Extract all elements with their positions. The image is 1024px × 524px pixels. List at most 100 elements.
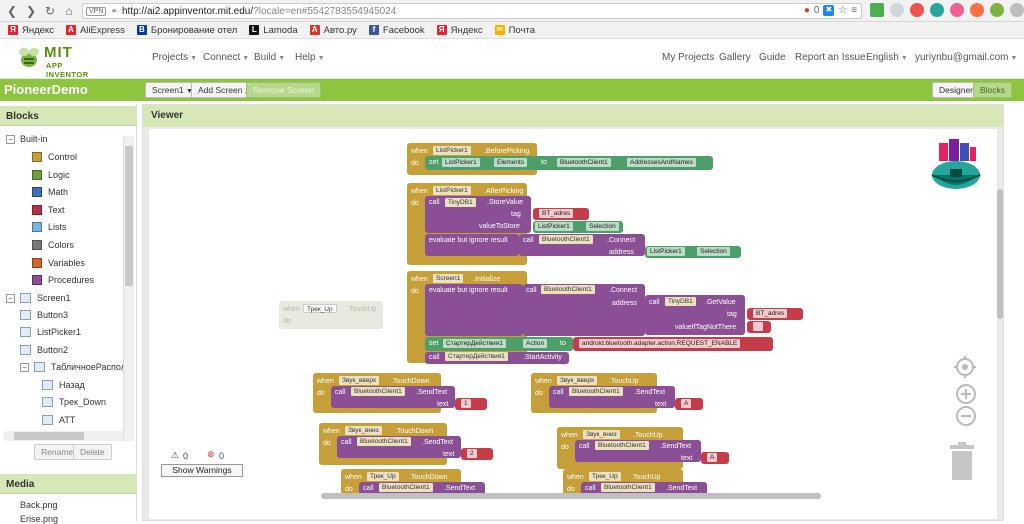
text-block[interactable] bbox=[461, 448, 493, 460]
component-chip[interactable]: TinyDB1 bbox=[665, 297, 696, 306]
component-trek-down[interactable]: Трек_Down bbox=[42, 397, 106, 407]
adblock-icon[interactable]: ● bbox=[804, 5, 810, 16]
builtin-lists[interactable]: Lists bbox=[32, 222, 67, 233]
backpack-icon[interactable] bbox=[927, 137, 985, 195]
scroll-thumb[interactable] bbox=[14, 432, 84, 440]
component-chip[interactable]: ListPicker1 bbox=[647, 247, 685, 256]
back-icon[interactable]: ❮ bbox=[5, 4, 19, 18]
component-listpicker1[interactable]: ListPicker1 bbox=[20, 327, 81, 337]
scroll-thumb[interactable] bbox=[125, 146, 133, 286]
property-chip[interactable]: Action bbox=[523, 339, 548, 348]
star-icon[interactable]: ☆ bbox=[838, 5, 847, 16]
builtin-math[interactable]: Math bbox=[32, 187, 68, 198]
property-chip[interactable]: Elements bbox=[494, 158, 528, 167]
link-report-issue[interactable]: Report an Issue bbox=[795, 52, 866, 63]
bookmark-item[interactable]: ✉ Почта bbox=[494, 25, 535, 36]
recenter-icon[interactable] bbox=[953, 355, 977, 379]
component-chip[interactable]: ListPicker1 bbox=[442, 158, 480, 167]
media-item[interactable]: Back.png bbox=[20, 500, 58, 510]
string-chip[interactable]: A bbox=[681, 399, 692, 408]
bookmark-item[interactable]: B Бронирование отел bbox=[136, 25, 237, 36]
show-warnings-button[interactable]: Show Warnings bbox=[161, 464, 243, 477]
builtin-control[interactable]: Control bbox=[32, 152, 77, 162]
component-chip[interactable]: BluetoothClient1 bbox=[557, 158, 611, 167]
property-chip[interactable]: AddressesAndNames bbox=[627, 158, 696, 167]
mit-logo[interactable]: MIT APP INVENTOR bbox=[14, 42, 104, 79]
browser-menu-icon[interactable] bbox=[1010, 3, 1024, 17]
component-button3[interactable]: Button3 bbox=[20, 310, 68, 320]
component-chip[interactable]: BluetoothClient1 bbox=[541, 285, 595, 294]
translate-icon[interactable] bbox=[950, 3, 964, 17]
string-chip[interactable]: BT_adres bbox=[753, 309, 788, 318]
bookmark-item[interactable]: L Lamoda bbox=[249, 25, 298, 36]
component-att[interactable]: ATT bbox=[42, 415, 75, 425]
trash-icon[interactable] bbox=[949, 441, 975, 481]
fire-icon[interactable] bbox=[970, 3, 984, 17]
string-chip[interactable]: 1 bbox=[461, 399, 471, 408]
vpn-badge[interactable]: VPN bbox=[86, 6, 107, 16]
component-chip[interactable]: BluetoothClient1 bbox=[351, 387, 405, 396]
component-chip[interactable]: ListPicker1 bbox=[535, 222, 573, 231]
blocks-button[interactable]: Blocks bbox=[973, 82, 1013, 98]
property-chip[interactable]: Selection bbox=[697, 247, 730, 256]
menu-help[interactable]: Help ▼ bbox=[295, 52, 325, 63]
bookmark-item[interactable]: Я Яндекс bbox=[436, 25, 483, 36]
link-my-projects[interactable]: My Projects bbox=[662, 52, 714, 63]
close-badge-icon[interactable]: ✖ bbox=[823, 5, 835, 16]
component-chip[interactable]: BluetoothClient1 bbox=[357, 437, 411, 446]
component-chip[interactable]: BluetoothClient1 bbox=[601, 483, 655, 492]
builtin-procedures[interactable]: Procedures bbox=[32, 275, 94, 286]
menu-connect[interactable]: Connect ▼ bbox=[203, 52, 249, 63]
bookmark-item[interactable]: Я Яндекс bbox=[8, 25, 54, 36]
component-chip[interactable]: BluetoothClient1 bbox=[569, 387, 623, 396]
builtin-logic[interactable]: Logic bbox=[32, 169, 70, 180]
text-block[interactable] bbox=[455, 398, 487, 410]
workspace-hscrollbar[interactable] bbox=[321, 493, 821, 499]
component-chip[interactable]: ListPicker1 bbox=[433, 146, 471, 155]
bookmark-item[interactable]: A AliExpress bbox=[65, 25, 125, 36]
component-chip[interactable]: Трек_Up bbox=[589, 472, 621, 481]
tree-scrollbar[interactable] bbox=[123, 136, 134, 441]
user-menu[interactable]: yuriynbu@gmail.com ▼ bbox=[915, 52, 1017, 63]
reload-icon[interactable]: ↻ bbox=[43, 4, 57, 18]
component-chip[interactable]: Звук_вниз bbox=[345, 426, 382, 435]
workspace-vscrollbar[interactable] bbox=[997, 189, 1003, 319]
bookmark-item[interactable]: A Авто.ру bbox=[309, 25, 357, 36]
component-chip[interactable]: BluetoothClient1 bbox=[539, 235, 593, 244]
color-icon[interactable] bbox=[990, 3, 1004, 17]
component-table-layout[interactable]: −ТабличноеРасположе bbox=[20, 362, 123, 372]
link-guide[interactable]: Guide bbox=[759, 52, 786, 63]
builtin-node[interactable]: − Built-in bbox=[6, 134, 48, 144]
extension-icon[interactable] bbox=[870, 3, 884, 17]
component-chip[interactable]: TinyDB1 bbox=[445, 198, 476, 207]
component-button2[interactable]: Button2 bbox=[20, 345, 68, 355]
zoom-out-icon[interactable] bbox=[955, 405, 977, 427]
tree-hscrollbar[interactable] bbox=[4, 431, 123, 441]
media-item[interactable]: Erise.png bbox=[20, 514, 58, 524]
builtin-variables[interactable]: Variables bbox=[32, 257, 85, 268]
component-chip[interactable]: Звук_вверх bbox=[557, 376, 598, 385]
delete-button[interactable]: Delete bbox=[73, 444, 112, 460]
component-chip[interactable]: ListPicker1 bbox=[433, 186, 471, 195]
component-nazad[interactable]: Назад bbox=[42, 380, 85, 390]
link-gallery[interactable]: Gallery bbox=[719, 52, 751, 63]
home-icon[interactable]: ⌂ bbox=[62, 4, 76, 18]
forward-icon[interactable]: ❯ bbox=[24, 4, 38, 18]
download-icon[interactable] bbox=[890, 3, 904, 17]
builtin-colors[interactable]: Colors bbox=[32, 240, 74, 250]
address-bar[interactable]: VPN ⚭ http://ai2.appinventor.mit.edu/ ?l… bbox=[82, 3, 862, 19]
string-chip[interactable]: android.bluetooth.adapter.action.REQUEST… bbox=[579, 339, 741, 348]
component-chip[interactable]: Трек_Up bbox=[303, 304, 337, 313]
shopping-icon[interactable] bbox=[930, 3, 944, 17]
string-chip[interactable]: 2 bbox=[467, 449, 477, 458]
component-chip[interactable]: Трек_Up bbox=[367, 472, 399, 481]
bookmark-item[interactable]: f Facebook bbox=[368, 25, 425, 36]
component-chip[interactable]: BluetoothClient1 bbox=[379, 483, 433, 492]
component-chip[interactable]: СтартерДействия1 bbox=[443, 339, 506, 348]
string-chip[interactable]: BT_adres bbox=[539, 209, 574, 218]
screen1-node[interactable]: − Screen1 bbox=[6, 293, 71, 303]
component-chip[interactable]: Screen1 bbox=[433, 274, 464, 283]
remove-screen-button[interactable]: Remove Screen bbox=[246, 82, 321, 98]
menu-build[interactable]: Build ▼ bbox=[254, 52, 285, 63]
component-chip[interactable]: Звук_вверх bbox=[339, 376, 380, 385]
